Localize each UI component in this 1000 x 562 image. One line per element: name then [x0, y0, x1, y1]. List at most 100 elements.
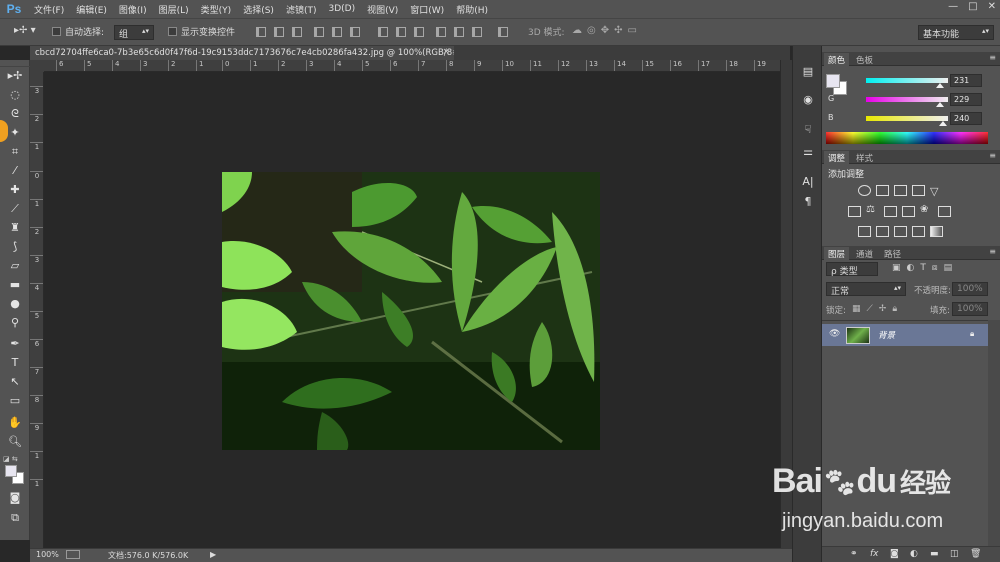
posterize-icon[interactable] — [876, 226, 889, 237]
history-panel-icon[interactable]: ▤ — [799, 64, 817, 80]
history-brush-tool-icon[interactable]: ⟆ — [7, 239, 23, 254]
delete-layer-icon[interactable]: 🗑︎ — [970, 549, 981, 559]
fill-input[interactable]: 100% — [952, 302, 988, 316]
selective-color-icon[interactable] — [912, 226, 925, 237]
3d-mode-icons[interactable]: ☁◎✥✣▭ — [572, 25, 642, 36]
slider-thumb[interactable] — [939, 121, 948, 126]
menu-image[interactable]: 图像(I) — [113, 3, 153, 16]
layer-row-background[interactable]: 👁︎ 背景 🔒︎ — [822, 324, 988, 346]
new-group-icon[interactable]: ▬ — [930, 549, 939, 559]
menu-3d[interactable]: 3D(D) — [322, 4, 361, 14]
reset-colors-icon[interactable]: ◪ ⇆ — [3, 455, 18, 463]
magic-wand-tool-icon[interactable]: ✦ — [7, 125, 23, 140]
zoom-tool-icon[interactable]: 🔍︎ — [7, 434, 23, 449]
align-vcenter-icon[interactable] — [274, 27, 284, 37]
distribute-hcenter-icon[interactable] — [454, 27, 464, 37]
panel-menu-icon[interactable]: ≡ — [989, 247, 996, 256]
exposure-icon[interactable] — [912, 185, 925, 196]
screen-mode-icon[interactable]: ⧉ — [7, 510, 23, 525]
menu-type[interactable]: 类型(Y) — [195, 3, 238, 16]
horizontal-ruler[interactable]: 6 5 4 3 2 1 0 1 2 3 4 5 6 7 8 9 10 11 12… — [44, 60, 780, 72]
gradient-tool-icon[interactable]: ▬ — [7, 277, 23, 292]
slider-thumb[interactable] — [935, 102, 944, 107]
close-tab-button[interactable]: × — [442, 47, 450, 57]
menu-help[interactable]: 帮助(H) — [450, 3, 494, 16]
align-top-icon[interactable] — [256, 27, 266, 37]
move-tool-preset-icon[interactable]: ▸✢ ▾ — [14, 25, 36, 36]
distribute-right-icon[interactable] — [472, 27, 482, 37]
layer-filter-dropdown[interactable]: ρ 类型 — [826, 262, 878, 277]
layer-filter-icons[interactable]: ▣◐T⧈▤ — [892, 263, 958, 273]
panel-menu-icon[interactable]: ≡ — [989, 151, 996, 160]
status-menu-arrow-icon[interactable]: ▶ — [210, 550, 216, 559]
clone-stamp-tool-icon[interactable]: ♜ — [7, 220, 23, 235]
align-bottom-icon[interactable] — [292, 27, 302, 37]
dodge-tool-icon[interactable]: ⚲ — [7, 315, 23, 330]
g-value-input[interactable]: 229 — [950, 93, 982, 106]
menu-select[interactable]: 选择(S) — [237, 3, 280, 16]
auto-align-icon[interactable] — [498, 27, 508, 37]
align-left-icon[interactable] — [314, 27, 324, 37]
ruler-corner[interactable] — [30, 60, 44, 72]
plant-photo-canvas[interactable] — [222, 172, 600, 450]
new-adjustment-layer-icon[interactable]: ◐ — [910, 549, 918, 559]
type-tool-icon[interactable]: T — [7, 355, 23, 370]
eyedropper-tool-icon[interactable]: ⁄ — [7, 163, 23, 178]
vertical-ruler[interactable]: 3 2 1 0 1 2 3 4 5 6 7 8 9 1 1 — [30, 72, 44, 548]
rectangle-tool-icon[interactable]: ▭ — [7, 393, 23, 408]
levels-icon[interactable] — [876, 185, 889, 196]
crop-tool-icon[interactable]: ⌗ — [7, 144, 23, 159]
g-slider[interactable] — [866, 97, 948, 107]
gradient-map-icon[interactable] — [930, 226, 943, 237]
menu-layer[interactable]: 图层(L) — [153, 3, 195, 16]
align-right-icon[interactable] — [350, 27, 360, 37]
healing-brush-tool-icon[interactable]: ✚ — [7, 182, 23, 197]
panel-menu-icon[interactable]: ≡ — [989, 53, 996, 62]
slider-thumb[interactable] — [936, 83, 945, 88]
distribute-vcenter-icon[interactable] — [396, 27, 406, 37]
character-panel-icon[interactable]: A| — [799, 174, 817, 190]
quick-mask-icon[interactable]: ◙ — [7, 490, 23, 505]
tab-paths[interactable]: 路径 — [880, 247, 905, 261]
paragraph-panel-icon[interactable]: ¶ — [799, 194, 817, 210]
threshold-icon[interactable] — [894, 226, 907, 237]
brush-settings-icon[interactable]: ⚌ — [799, 144, 817, 160]
close-window-button[interactable]: ✕ — [988, 1, 996, 12]
zoom-level[interactable]: 100% — [36, 550, 59, 559]
status-info-icon[interactable] — [66, 550, 80, 559]
vibrance-icon[interactable]: ▽ — [930, 185, 938, 198]
menu-view[interactable]: 视图(V) — [361, 3, 404, 16]
new-layer-icon[interactable]: ◫ — [950, 549, 959, 559]
workspace-dropdown[interactable]: 基本功能 ▴▾ — [918, 25, 994, 40]
tab-adjustments[interactable]: 调整 — [824, 151, 850, 165]
color-balance-icon[interactable]: ⚖ — [866, 204, 875, 215]
distribute-left-icon[interactable] — [436, 27, 446, 37]
brush-tool-icon[interactable]: ⟋ — [7, 201, 23, 216]
layers-scrollbar[interactable] — [988, 320, 1000, 546]
document-tab[interactable]: cbcd72704ffe6ca0-7b3e65c6d0f47f6d-19c915… — [30, 46, 454, 60]
eraser-tool-icon[interactable]: ▱ — [7, 258, 23, 273]
properties-panel-icon[interactable]: ◉ — [799, 92, 817, 108]
brush-preset-icon[interactable]: ☟ — [799, 122, 817, 138]
tab-layers[interactable]: 图层 — [824, 247, 850, 261]
blend-mode-dropdown[interactable]: 正常 ▴▾ — [826, 282, 906, 297]
opacity-input[interactable]: 100% — [952, 282, 988, 296]
align-hcenter-icon[interactable] — [332, 27, 342, 37]
black-white-icon[interactable] — [884, 206, 897, 217]
show-transform-checkbox[interactable] — [168, 27, 177, 36]
brightness-contrast-icon[interactable] — [858, 185, 871, 196]
curves-icon[interactable] — [894, 185, 907, 196]
lock-icons[interactable]: ▦⟋✢🔒︎ — [852, 304, 903, 314]
lasso-tool-icon[interactable]: ᘓ — [7, 106, 23, 121]
hue-saturation-icon[interactable] — [848, 206, 861, 217]
r-value-input[interactable]: 231 — [950, 74, 982, 87]
layer-style-icon[interactable]: fx — [870, 549, 879, 559]
maximize-button[interactable]: □ — [968, 1, 977, 12]
menu-file[interactable]: 文件(F) — [28, 3, 70, 16]
b-slider[interactable] — [866, 116, 948, 126]
show-transform-option[interactable]: 显示变换控件 — [168, 25, 235, 38]
auto-select-checkbox[interactable] — [52, 27, 61, 36]
menu-edit[interactable]: 编辑(E) — [70, 3, 113, 16]
hand-tool-icon[interactable]: ✋ — [7, 415, 23, 430]
path-selection-tool-icon[interactable]: ↖ — [7, 374, 23, 389]
